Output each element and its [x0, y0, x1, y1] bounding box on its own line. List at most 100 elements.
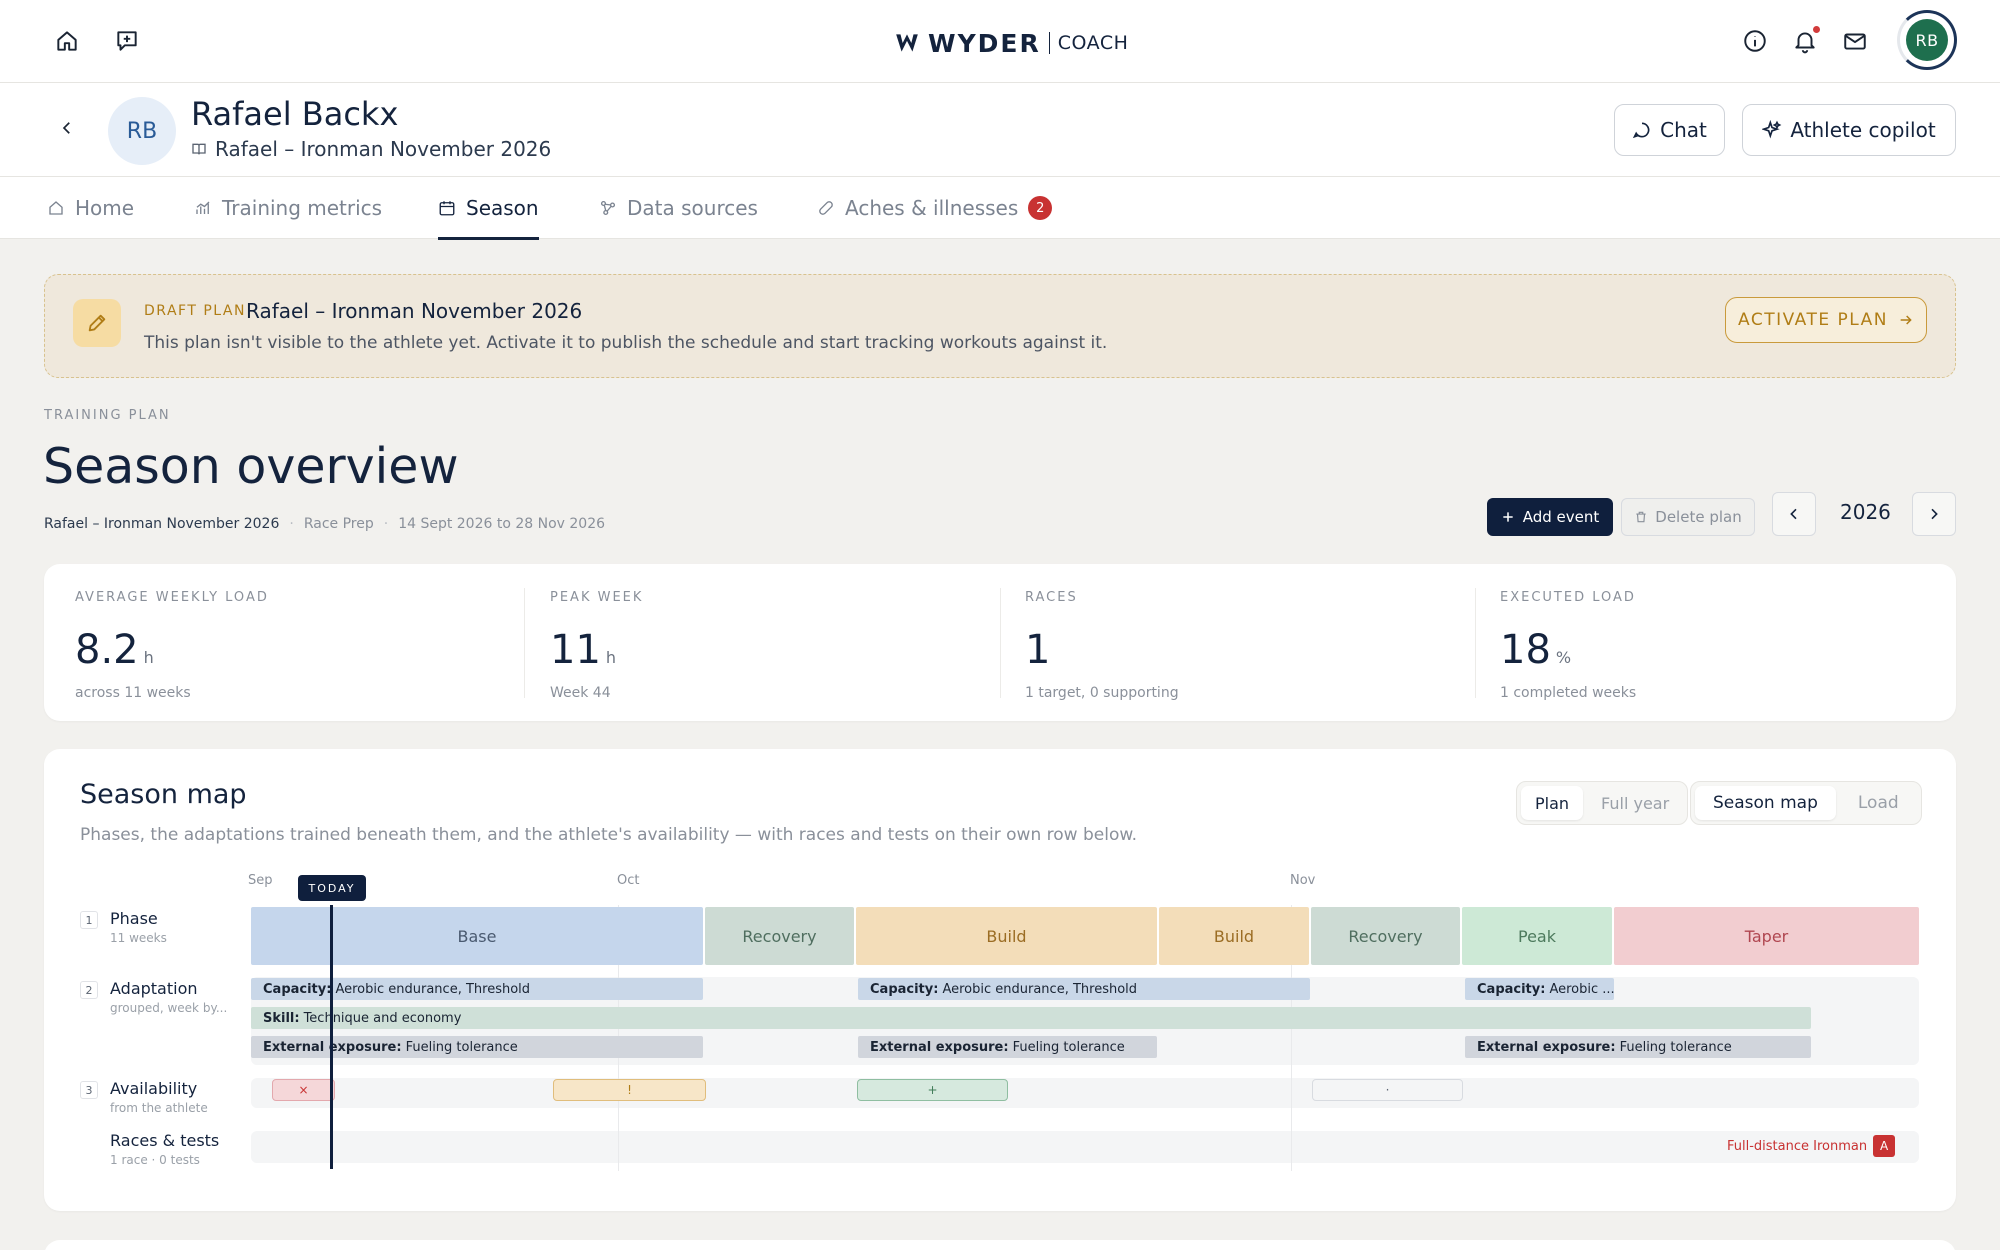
phase-base[interactable]: Base — [251, 907, 703, 965]
home-icon[interactable] — [50, 24, 84, 58]
phase-label: Recovery — [1348, 926, 1423, 946]
adaptation-skill[interactable]: Skill: Technique and economy — [251, 1007, 1811, 1029]
stat-number: 8.2 — [75, 627, 139, 673]
row-sub: from the athlete — [110, 1101, 208, 1115]
draft-plan-tag: DRAFT PLAN — [144, 303, 246, 319]
tab-data-sources[interactable]: Data sources — [599, 177, 758, 239]
adaptation-external-exposure[interactable]: External exposure: Fueling tolerance — [1465, 1036, 1811, 1058]
availability-unavailable[interactable]: × — [272, 1079, 335, 1101]
chat-button-label: Chat — [1660, 118, 1707, 142]
availability-track — [251, 1078, 1919, 1108]
row-sub: 11 weeks — [110, 931, 167, 945]
user-avatar[interactable]: RB — [1897, 10, 1957, 70]
range-option-plan[interactable]: Plan — [1521, 786, 1584, 820]
range-toggle: Plan Full year — [1516, 781, 1689, 825]
next-year-button[interactable] — [1912, 492, 1956, 536]
stat-sub: across 11 weeks — [75, 685, 191, 701]
adaptation-external-exposure[interactable]: External exposure: Fueling tolerance — [858, 1036, 1157, 1058]
stat-average-weekly-load: AVERAGE WEEKLY LOAD 8.2 h across 11 weeks — [75, 590, 269, 701]
availability-note[interactable]: · — [1312, 1079, 1463, 1101]
draft-plan-banner: DRAFT PLAN Rafael – Ironman November 202… — [44, 274, 1956, 378]
adaptation-capacity[interactable]: Capacity: Aerobic endurance, Threshold — [858, 978, 1310, 1000]
stat-label: PEAK WEEK — [550, 590, 644, 605]
phase-peak[interactable]: Peak — [1462, 907, 1612, 965]
athlete-plan-label: Rafael – Ironman November 2026 — [215, 137, 552, 161]
stat-unit: h — [605, 648, 617, 667]
athlete-header: RB Rafael Backx Rafael – Ironman Novembe… — [0, 83, 2000, 177]
athlete-copilot-label: Athlete copilot — [1790, 118, 1936, 142]
adaptation-capacity[interactable]: Capacity: Aerobic ... — [1465, 978, 1614, 1000]
stat-unit: h — [143, 648, 154, 667]
tab-training-metrics[interactable]: Training metrics — [194, 177, 382, 239]
brand-sub: COACH — [1057, 32, 1129, 54]
meta-separator: · — [383, 516, 389, 532]
season-map-card: Sep Oct Nov Base Recovery Build Build Re… — [44, 749, 1956, 1211]
draft-plan-description: This plan isn't visible to the athlete y… — [144, 333, 1108, 353]
phase-build[interactable]: Build — [856, 907, 1157, 965]
stat-unit: % — [1555, 648, 1572, 667]
chevron-left-icon — [62, 122, 70, 134]
phase-recovery[interactable]: Recovery — [1311, 907, 1460, 965]
aches-count-badge: 2 — [1028, 196, 1053, 220]
stat-label: RACES — [1025, 590, 1078, 605]
activate-plan-button[interactable]: ACTIVATE PLAN — [1725, 297, 1927, 343]
chat-button[interactable]: Chat — [1614, 104, 1725, 156]
plan-meta-dates: 14 Sept 2026 to 28 Nov 2026 — [398, 516, 606, 532]
plan-meta: Rafael – Ironman November 2026 · Race Pr… — [44, 516, 605, 532]
tab-aches-illnesses[interactable]: Aches & illnesses 2 — [817, 177, 1053, 239]
phase-label: Base — [457, 926, 497, 946]
mail-icon[interactable] — [1838, 24, 1872, 58]
back-button[interactable] — [52, 113, 82, 143]
info-icon[interactable] — [1738, 24, 1772, 58]
calendar-icon — [439, 201, 455, 216]
tab-home-label: Home — [75, 196, 135, 220]
phase-taper[interactable]: Taper — [1614, 907, 1919, 965]
phase-label: Build — [986, 926, 1027, 946]
delete-plan-button[interactable]: Delete plan — [1621, 498, 1755, 536]
stat-number: 18 — [1500, 627, 1551, 673]
add-event-button[interactable]: Add event — [1487, 498, 1613, 536]
row-sub: grouped, week by... — [110, 1001, 228, 1015]
adaptation-kind: External exposure: — [1477, 1039, 1616, 1055]
view-option-season-map[interactable]: Season map — [1695, 786, 1836, 820]
stat-sub: Week 44 — [550, 685, 611, 701]
phase-build[interactable]: Build — [1159, 907, 1309, 965]
phase-label: Peak — [1518, 926, 1556, 946]
activate-plan-label: ACTIVATE PLAN — [1738, 310, 1888, 330]
athlete-avatar: RB — [108, 97, 176, 165]
bell-icon[interactable] — [1788, 24, 1822, 58]
adaptation-text: Aerobic endurance, Threshold — [942, 981, 1138, 997]
today-marker: TODAY — [298, 875, 366, 901]
availability-extra[interactable]: + — [857, 1079, 1008, 1101]
stat-divider — [1000, 588, 1001, 698]
phase-recovery[interactable]: Recovery — [705, 907, 854, 965]
chart-icon — [196, 201, 210, 214]
athlete-copilot-button[interactable]: Athlete copilot — [1742, 104, 1956, 156]
pencil-icon — [73, 299, 121, 347]
next-section-card — [44, 1240, 1956, 1250]
chat-plus-icon[interactable] — [110, 24, 144, 58]
tab-bar: Home Training metrics Season Data source… — [0, 177, 2000, 240]
tab-home[interactable]: Home — [47, 177, 134, 239]
tab-training-metrics-label: Training metrics — [222, 196, 383, 220]
chat-bubble-icon — [1632, 122, 1650, 139]
tab-data-sources-label: Data sources — [627, 196, 758, 220]
availability-limited[interactable]: ! — [553, 1079, 706, 1101]
stat-divider — [1475, 588, 1476, 698]
trash-icon — [1636, 511, 1646, 523]
adaptation-text: Aerobic endurance, Threshold — [335, 981, 531, 997]
race-full-distance-ironman[interactable]: Full-distance Ironman A — [1727, 1135, 1896, 1157]
tab-season[interactable]: Season — [438, 177, 539, 240]
view-option-load[interactable]: Load — [1840, 786, 1917, 820]
adaptation-capacity[interactable]: Capacity: Aerobic endurance, Threshold — [251, 978, 703, 1000]
adaptation-external-exposure[interactable]: External exposure: Fueling tolerance — [251, 1036, 703, 1058]
brand-logo[interactable]: WYDER COACH — [894, 26, 1128, 60]
adaptation-text: Fueling tolerance — [1619, 1039, 1732, 1055]
row-number: 2 — [80, 981, 98, 999]
previous-year-button[interactable] — [1772, 492, 1816, 536]
top-bar: WYDER COACH RB — [0, 0, 2000, 83]
range-option-full-year[interactable]: Full year — [1587, 786, 1683, 820]
row-name: Adaptation — [110, 979, 198, 998]
plan-meta-name: Rafael – Ironman November 2026 — [44, 516, 280, 532]
adaptation-kind: Capacity: — [1477, 981, 1546, 997]
